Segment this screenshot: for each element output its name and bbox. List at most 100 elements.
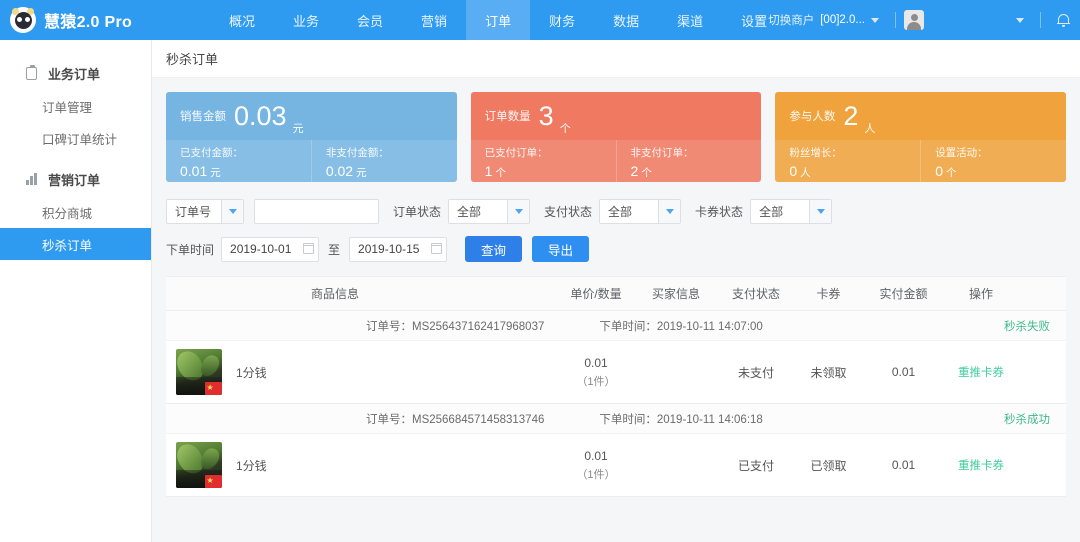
switch-merchant-label[interactable]: 切换商户 xyxy=(768,12,814,28)
sidebar-item-points-mall[interactable]: 积分商城 xyxy=(0,196,151,228)
table-row: 订单号：MS256437162417968037 下单时间：2019-10-11… xyxy=(166,311,1066,404)
card-sub-activities: 设置活动： 0个 xyxy=(920,140,1067,182)
order-time-prefix: 下单时间： xyxy=(599,413,657,426)
card-unit: 元 xyxy=(292,123,304,135)
merchant-chevron-down-icon[interactable] xyxy=(871,17,879,23)
pay-status-select[interactable]: 全部 xyxy=(599,198,682,224)
pay-status-cell: 未支付 xyxy=(737,365,774,380)
card-sub-value-wrap: 0.01 元 xyxy=(180,163,311,180)
card-label: 销售金额 xyxy=(180,111,226,123)
sidebar: 业务订单 订单管理 口碑订单统计 营销订单 积分商城 秒杀订单 xyxy=(0,40,152,542)
calendar-icon-2[interactable] xyxy=(431,242,443,254)
order-time: 下单时间：2019-10-11 14:06:18 xyxy=(599,411,762,427)
card-sub-paid-orders: 已支付订单： 1个 xyxy=(470,140,616,182)
sidebar-group-marketing-orders[interactable]: 营销订单 xyxy=(0,164,151,194)
chevron-down-icon[interactable] xyxy=(507,199,530,223)
chevron-down-icon[interactable] xyxy=(658,199,681,223)
table-row: 订单号：MS256684571458313746 下单时间：2019-10-11… xyxy=(166,404,1066,497)
order-no: 订单号：MS256437162417968037 xyxy=(366,318,544,334)
goods-name: 1分钱 xyxy=(236,365,267,380)
stat-card-participants: 参与人数 2 人 粉丝增长： 0人 设置活动： 0个 xyxy=(775,92,1067,182)
status-badge: 秒杀成功 xyxy=(1004,413,1050,426)
order-no: 订单号：MS256684571458313746 xyxy=(366,411,544,427)
card-value: 2 xyxy=(843,100,859,131)
sidebar-item-koubei-order-stats[interactable]: 口碑订单统计 xyxy=(0,122,151,154)
merchant-name[interactable]: [00]2.0... xyxy=(820,14,865,26)
order-detail-row: 1分钱 0.01 （1件） 已支付 已领取 0.01 重推卡券 xyxy=(166,434,1066,496)
card-status-select[interactable]: 全部 xyxy=(750,198,833,224)
resend-coupon-link[interactable]: 重推卡券 xyxy=(958,460,1004,472)
search-type-select[interactable]: 订单号 xyxy=(166,198,245,224)
card-sub-label-2: 非支付订单： xyxy=(630,147,694,159)
card-sub-value-wrap-2: 0个 xyxy=(935,163,1066,180)
column-header-goods: 商品信息 xyxy=(311,287,360,301)
order-time-value: 2019-10-11 14:06:18 xyxy=(656,413,763,426)
resend-coupon-link[interactable]: 重推卡券 xyxy=(958,367,1004,379)
query-button[interactable]: 查询 xyxy=(465,236,523,262)
divider xyxy=(895,12,896,28)
price-qty-cell: 0.01 （1件） xyxy=(556,356,636,389)
product-thumbnail[interactable] xyxy=(176,349,222,395)
nav-item-finance[interactable]: 财务 xyxy=(530,0,594,40)
clipboard-icon xyxy=(26,64,41,80)
column-header-amount: 实付金额 xyxy=(879,287,928,301)
card-sub-value: 0.01 xyxy=(180,163,208,179)
nav-item-data[interactable]: 数据 xyxy=(594,0,658,40)
card-sub-value-wrap-2: 0.02 元 xyxy=(326,163,457,180)
card-label: 参与人数 xyxy=(789,111,836,123)
card-sub-unit: 元 xyxy=(210,167,221,179)
unit-price: 0.01 xyxy=(584,355,608,370)
sidebar-group-label-2: 营销订单 xyxy=(48,172,101,188)
order-no-prefix: 订单号： xyxy=(366,320,412,333)
quantity: （1件） xyxy=(576,375,616,388)
nav-item-channel[interactable]: 渠道 xyxy=(658,0,722,40)
filter-row-2: 下单时间 至 查询 导出 xyxy=(166,234,1066,264)
card-sub-unit-2: 个 xyxy=(641,167,652,179)
search-input[interactable] xyxy=(254,198,380,224)
card-sub-label: 已支付订单： xyxy=(484,147,548,159)
pay-status-cell: 已支付 xyxy=(737,458,774,473)
order-meta-row: 订单号：MS256437162417968037 下单时间：2019-10-11… xyxy=(166,311,1066,341)
nav-item-order[interactable]: 订单 xyxy=(466,0,531,40)
card-unit: 个 xyxy=(559,123,571,135)
card-unit: 人 xyxy=(864,123,876,135)
chevron-down-icon[interactable] xyxy=(221,199,244,223)
quantity: （1件） xyxy=(576,468,616,481)
order-status-label: 订单状态 xyxy=(393,204,442,219)
product-thumbnail[interactable] xyxy=(176,442,222,488)
column-header-pay-status: 支付状态 xyxy=(731,287,780,301)
brand-name: 慧猿2.0 Pro xyxy=(44,14,133,31)
orders-table: 商品信息 单价/数量 买家信息 支付状态 卡券 实付金额 操作 订单号：MS25… xyxy=(166,276,1066,497)
nav-item-business[interactable]: 业务 xyxy=(274,0,338,40)
avatar[interactable] xyxy=(904,10,924,30)
paid-amount-cell: 0.01 xyxy=(891,458,916,472)
order-status-select[interactable]: 全部 xyxy=(448,198,531,224)
card-sub-unit-2: 个 xyxy=(945,167,957,179)
bell-icon[interactable] xyxy=(1057,13,1070,27)
calendar-icon[interactable] xyxy=(303,242,315,254)
card-sub-value: 0 xyxy=(789,163,798,179)
nav-item-overview[interactable]: 概况 xyxy=(210,0,274,40)
chevron-down-icon[interactable] xyxy=(809,199,832,223)
card-sub-value-2: 0 xyxy=(935,163,943,179)
content-area: 销售金额 0.03 元 已支付金额： 0.01元 非支付金额： 0.02元 xyxy=(152,78,1080,497)
sidebar-item-order-management[interactable]: 订单管理 xyxy=(0,90,151,122)
top-navigation-bar: 慧猿2.0 Pro 概况 业务 会员 营销 订单 财务 数据 渠道 设置 切换商… xyxy=(0,0,1080,40)
action-cell: 重推卡券 xyxy=(946,457,1016,473)
nav-item-member[interactable]: 会员 xyxy=(338,0,402,40)
card-sub-label-2: 设置活动： xyxy=(935,147,988,159)
order-time-value: 2019-10-11 14:07:00 xyxy=(656,320,763,333)
card-status-cell: 已领取 xyxy=(810,458,847,473)
order-time-prefix: 下单时间： xyxy=(599,320,657,333)
account-chevron-down-icon[interactable] xyxy=(1016,17,1024,23)
sidebar-item-seckill-orders[interactable]: 秒杀订单 xyxy=(0,228,151,260)
card-sub-fans-growth: 粉丝增长： 0人 xyxy=(775,140,921,182)
nav-item-marketing[interactable]: 营销 xyxy=(402,0,466,40)
order-no-value: MS256684571458313746 xyxy=(412,413,545,426)
flag-badge-icon xyxy=(205,474,222,488)
card-sub-value-wrap-2: 2个 xyxy=(631,163,762,180)
divider-2 xyxy=(1040,12,1041,28)
pay-status-label: 支付状态 xyxy=(544,204,593,219)
export-button[interactable]: 导出 xyxy=(532,236,590,262)
sidebar-group-business-orders[interactable]: 业务订单 xyxy=(0,58,151,88)
